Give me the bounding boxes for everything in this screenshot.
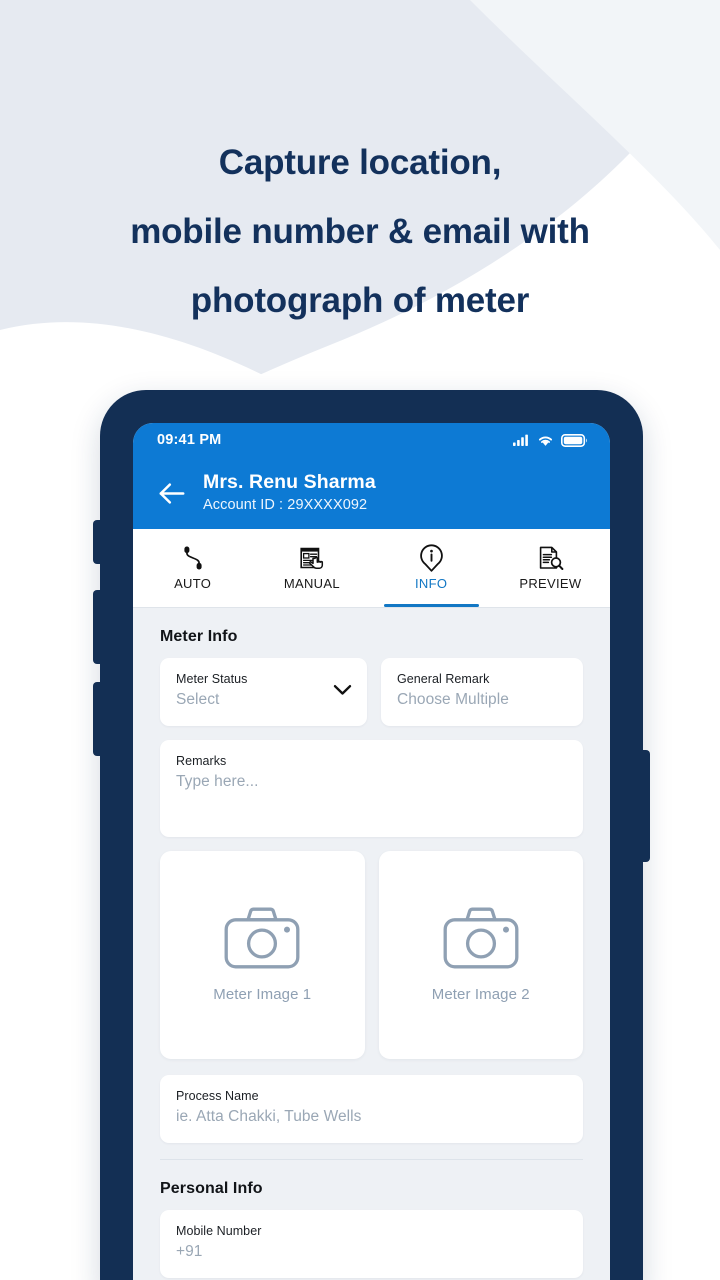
phone-screen: 09:41 PM Mrs. Renu Sharma Account ID: 2… [133,423,610,1280]
camera-icon [443,907,519,974]
camera-icon [224,907,300,974]
remarks-label: Remarks [176,754,227,768]
page-title: Mrs. Renu Sharma [203,471,376,493]
tab-bar: AUTO MANUAL INFO PREVIEW [133,529,610,608]
general-remark-field[interactable]: General Remark Choose Multiple [381,658,583,726]
remarks-field[interactable]: Remarks Type here... [160,740,583,837]
wifi-icon [538,436,553,446]
active-tab-indicator [383,603,479,607]
meter-status-label: Meter Status [176,672,248,686]
cable-connector-icon [180,544,206,572]
general-remark-value: Choose Multiple [397,691,509,708]
headline-line-1: Capture location, [218,143,502,182]
document-search-icon [537,544,564,572]
mobile-number-field[interactable]: Mobile Number +91 [160,1210,583,1278]
phone-mockup: 09:41 PM Mrs. Renu Sharma Account ID: 2… [93,390,650,1280]
info-pin-icon [419,544,444,572]
status-bar-time: 09:41 PM [157,432,222,448]
headline-line-2: mobile number & email with [130,212,590,251]
arrow-left-icon [159,482,185,504]
page-headline: Capture location, mobile number & email … [0,128,720,335]
meter-image-2-picker[interactable]: Meter Image 2 [378,851,583,1059]
phone-volume-down-button [93,682,102,756]
headline-line-3: photograph of meter [190,281,530,320]
tab-auto[interactable]: AUTO [133,528,252,607]
process-name-placeholder: ie. Atta Chakki, Tube Wells [176,1108,362,1125]
meter-info-row-1: Meter Status Select General Remark Choos… [133,658,610,726]
account-id-label: Account ID : 29XXXX092 [203,497,368,513]
tab-info-label: INFO [414,576,448,591]
signal-icon [513,434,528,446]
meter-image-2-label: Meter Image 2 [431,986,530,1003]
meter-status-field[interactable]: Meter Status Select [160,658,367,726]
process-name-field[interactable]: Process Name ie. Atta Chakki, Tube Wells [160,1075,583,1143]
document-hand-icon [298,544,325,572]
mobile-number-label: Mobile Number [176,1224,262,1238]
mobile-number-value: +91 [176,1243,203,1260]
tab-manual-label: MANUAL [283,576,340,591]
meter-image-1-picker[interactable]: Meter Image 1 [160,851,365,1059]
promo-screenshot: Capture location, mobile number & email … [0,0,720,1280]
status-bar: 09:41 PM [133,423,610,457]
status-bar-icons [513,433,588,447]
tab-preview[interactable]: PREVIEW [491,528,610,607]
app-bar: Mrs. Renu Sharma Account ID : 29XXXX092 [133,457,610,529]
meter-status-value: Select [176,691,220,708]
phone-power-button [641,750,650,862]
general-remark-label: General Remark [397,672,490,686]
phone-silent-switch [93,520,102,564]
section-title-meter-info: Meter Info [160,628,238,645]
chevron-down-icon [333,683,352,701]
meter-image-1-label: Meter Image 1 [213,986,312,1003]
tab-preview-label: PREVIEW [519,576,582,591]
back-button[interactable] [155,476,189,510]
process-name-label: Process Name [176,1089,259,1103]
battery-icon [561,433,587,447]
section-title-personal-info: Personal Info [160,1180,263,1197]
phone-volume-up-button [93,590,102,664]
tab-info[interactable]: INFO [372,528,491,607]
app-bar-text: Mrs. Renu Sharma Account ID : 29XXXX092 [203,470,376,516]
meter-image-pickers: Meter Image 1 Meter Image 2 [133,851,610,1059]
remarks-placeholder: Type here... [176,773,259,790]
tab-manual[interactable]: MANUAL [252,528,371,607]
tab-auto-label: AUTO [174,576,212,591]
form-scroll-area[interactable]: Meter Info Meter Status Select General R… [133,608,610,1280]
